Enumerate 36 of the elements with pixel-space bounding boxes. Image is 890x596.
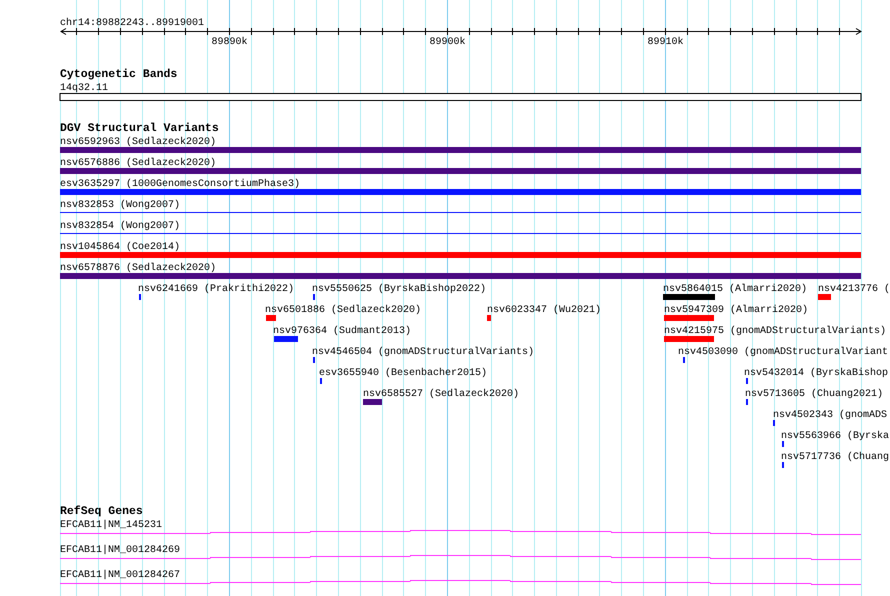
variant-label: nsv4546504 (gnomADStructuralVariants) xyxy=(312,347,534,358)
variant-label: nsv4502343 (gnomADS xyxy=(773,410,888,421)
track-title: DGV Structural Variants xyxy=(60,122,219,135)
variant-label: nsv5947309 (Almarri2020) xyxy=(664,305,808,316)
variant-label: esv3635297 (1000GenomesConsortiumPhase3) xyxy=(60,179,300,190)
variant-label: nsv5713605 (Chuang2021) xyxy=(745,389,884,400)
band-label: 14q32.11 xyxy=(60,83,108,94)
tick-label: 89890k xyxy=(212,37,248,48)
variant-label: nsv6576886 (Sedlazeck2020) xyxy=(60,158,216,169)
variant-label: nsv6592963 (Sedlazeck2020) xyxy=(60,137,216,148)
variant-label: nsv5864015 (Almarri2020) xyxy=(663,284,808,295)
transcript-label: EFCAB11|NM_001284269 xyxy=(60,545,180,556)
variant-label: nsv5550625 (ByrskaBishop2022) xyxy=(312,284,486,295)
variant-label: nsv5717736 (Chuang xyxy=(781,452,890,463)
track-title: RefSeq Genes xyxy=(60,505,143,518)
tick-label: 89900k xyxy=(430,37,466,48)
variant-label: nsv6501886 (Sedlazeck2020) xyxy=(265,305,422,316)
tick-label: 89910k xyxy=(648,37,684,48)
variant-label: nsv832853 (Wong2007) xyxy=(60,200,180,211)
location-label: chr14:89882243..89919001 xyxy=(60,18,204,29)
variant-label: nsv5432014 (ByrskaBishop xyxy=(744,368,888,379)
track-title: Cytogenetic Bands xyxy=(60,68,178,81)
variant-label: nsv6023347 (Wu2021) xyxy=(487,305,602,316)
variant-label: nsv6578876 (Sedlazeck2020) xyxy=(60,263,216,274)
variant-label: nsv5563966 (Byrska xyxy=(781,431,890,442)
variant-label: nsv4215975 (gnomADStructuralVariants) xyxy=(664,326,886,337)
variant-label: nsv6585527 (Sedlazeck2020) xyxy=(363,389,520,400)
variant-label: nsv4503090 (gnomADStructuralVariant xyxy=(678,347,888,358)
variant-label: nsv4213776 ( xyxy=(818,284,890,295)
variant-label: nsv832854 (Wong2007) xyxy=(60,221,180,232)
variant-label: nsv6241669 (Prakrithi2022) xyxy=(138,284,294,295)
transcript-label: EFCAB11|NM_145231 xyxy=(60,520,162,531)
variant-label: nsv1045864 (Coe2014) xyxy=(60,242,180,253)
variant-label: esv3655940 (Besenbacher2015) xyxy=(319,368,488,379)
variant-label: nsv976364 (Sudmant2013) xyxy=(273,326,412,337)
transcript-label: EFCAB11|NM_001284267 xyxy=(60,570,180,581)
